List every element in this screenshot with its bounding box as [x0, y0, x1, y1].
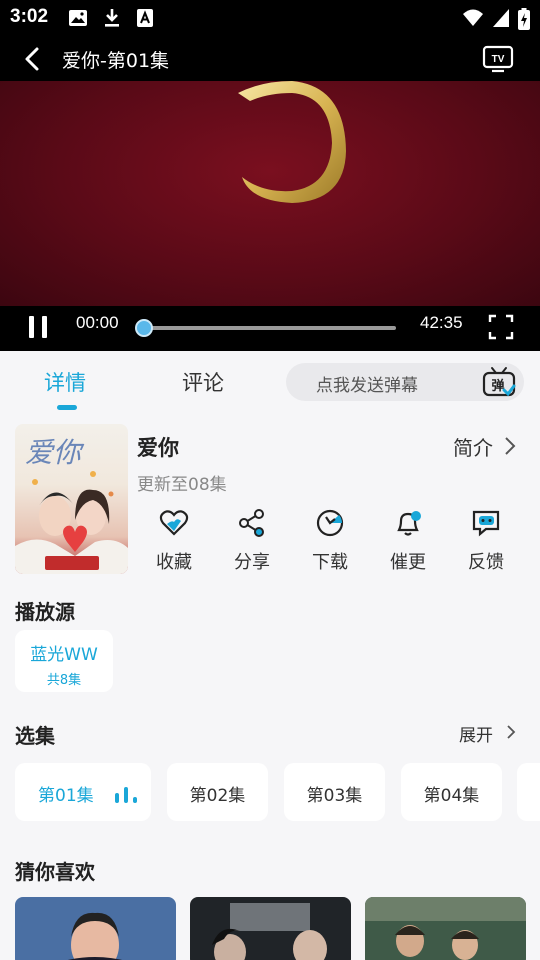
pause-icon[interactable] [26, 312, 52, 342]
episode-item[interactable]: 第02集 [167, 763, 268, 821]
image-notification-icon [69, 10, 87, 26]
sources-title: 播放源 [15, 600, 75, 624]
remind-update-label: 催更 [390, 552, 426, 573]
download-notification-icon [105, 9, 119, 27]
app-notification-icon [137, 9, 153, 27]
battery-icon [518, 8, 530, 30]
episode-label: 第04集 [423, 786, 480, 806]
poster-title: 爱你 [25, 436, 85, 469]
download-button[interactable]: 下载 [300, 508, 360, 574]
episodes-title: 选集 [15, 724, 55, 748]
intro-link[interactable]: 简介 [453, 432, 493, 461]
video-header: 爱你-第01集 TV [0, 36, 540, 81]
video-frame-graphic [238, 81, 346, 203]
progress-bar[interactable] [135, 319, 396, 337]
video-player[interactable] [0, 81, 540, 306]
tab-details[interactable]: 详情 [44, 367, 86, 397]
feedback-button[interactable]: 反馈 [456, 508, 516, 574]
intro-chevron-icon[interactable] [502, 436, 518, 456]
episode-item[interactable]: 第01集 [15, 763, 151, 821]
recommend-card[interactable] [190, 897, 351, 960]
recommend-thumbnail [15, 897, 176, 960]
recommend-card[interactable] [15, 897, 176, 960]
tv-cast-icon[interactable]: TV [482, 44, 514, 74]
episode-label: 第01集 [38, 786, 94, 806]
active-tab-indicator [57, 405, 77, 410]
bell-remind-icon [397, 511, 421, 536]
feedback-icon [472, 510, 500, 537]
danmaku-placeholder: 点我发送弹幕 [316, 376, 418, 396]
update-status: 更新至08集 [137, 475, 227, 495]
player-controls: 00:00 42:35 [0, 306, 540, 351]
feedback-label: 反馈 [468, 552, 504, 573]
download-icon [316, 509, 344, 537]
episode-item[interactable]: 第04集 [401, 763, 502, 821]
signal-icon [493, 9, 509, 27]
recommend-card[interactable] [365, 897, 526, 960]
danmaku-input[interactable]: 点我发送弹幕 弹 [286, 363, 524, 401]
back-icon[interactable] [18, 44, 48, 74]
episode-item[interactable]: 第03集 [284, 763, 385, 821]
expand-chevron-icon[interactable] [505, 723, 517, 741]
episode-label: 第03集 [306, 786, 363, 806]
download-label: 下载 [312, 552, 348, 573]
svg-text:TV: TV [492, 54, 505, 65]
episode-label: 第02集 [189, 786, 246, 806]
remind-update-button[interactable]: 催更 [378, 508, 438, 574]
favorite-label: 收藏 [156, 552, 192, 573]
detail-tabs: 详情 评论 点我发送弹幕 弹 [0, 351, 540, 417]
status-time: 3:02 [10, 6, 49, 27]
show-poster[interactable]: 爱你 [15, 424, 128, 574]
source-card[interactable]: 蓝光WW 共8集 [15, 630, 113, 692]
danmaku-icon[interactable]: 弹 [482, 365, 516, 399]
recommend-thumbnail [190, 897, 351, 960]
source-episode-count: 共8集 [46, 673, 82, 688]
share-icon [239, 509, 264, 537]
show-title: 爱你 [137, 436, 179, 460]
expand-episodes-link[interactable]: 展开 [459, 721, 493, 746]
share-button[interactable]: 分享 [222, 508, 282, 574]
wifi-icon [463, 9, 483, 26]
progress-thumb[interactable] [135, 319, 153, 337]
total-time: 42:35 [420, 313, 463, 332]
recommend-thumbnail [365, 897, 526, 960]
favorite-button[interactable]: 收藏 [144, 508, 204, 574]
video-title: 爱你-第01集 [62, 50, 170, 72]
danmaku-icon-text: 弹 [491, 378, 504, 394]
status-bar: 3:02 [0, 0, 540, 36]
share-label: 分享 [234, 552, 270, 573]
current-time: 00:00 [76, 313, 119, 332]
poster-art: 爱你 [15, 436, 128, 574]
tab-comments[interactable]: 评论 [182, 367, 224, 397]
fullscreen-icon[interactable] [488, 314, 514, 340]
recommend-title: 猜你喜欢 [15, 860, 95, 884]
episode-item-partial[interactable] [517, 763, 540, 821]
favorite-heart-icon [159, 510, 189, 536]
now-playing-icon [115, 787, 137, 803]
source-name: 蓝光WW [30, 645, 98, 665]
